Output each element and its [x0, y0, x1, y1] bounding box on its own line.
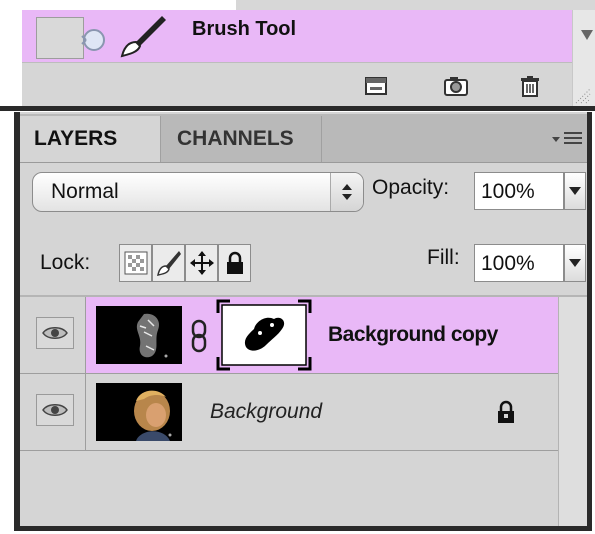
select-arrows-icon[interactable]: [330, 173, 363, 211]
layer-thumbnail[interactable]: [96, 383, 182, 441]
window-frame: [587, 112, 592, 530]
history-state-label: Brush Tool: [192, 18, 297, 40]
lock-image-pixels-button[interactable]: [152, 244, 185, 282]
blend-mode-value: Normal: [51, 180, 119, 203]
window-frame: [14, 526, 592, 531]
history-panel-header: [236, 0, 595, 10]
lock-icon: [498, 400, 514, 423]
opacity-value: 100%: [481, 180, 535, 203]
lock-all-button[interactable]: [218, 244, 251, 282]
brush-icon: [157, 251, 181, 276]
visibility-cell: [20, 374, 86, 450]
visibility-cell: [20, 297, 86, 373]
opacity-dropdown-button[interactable]: [564, 172, 586, 210]
lock-position-button[interactable]: [185, 244, 218, 282]
layer-row-background[interactable]: Background: [20, 374, 558, 451]
panel-menu-icon[interactable]: [550, 128, 584, 150]
checkerboard-icon: [124, 251, 148, 275]
move-icon: [190, 251, 214, 275]
trash-icon[interactable]: [516, 75, 544, 97]
tab-layers[interactable]: LAYERS: [20, 116, 160, 162]
layer-mask-thumbnail[interactable]: [216, 299, 312, 371]
layers-panel: LAYERS CHANNELS Normal Opacity: 100% Loc…: [14, 112, 595, 534]
fill-dropdown-button[interactable]: [564, 244, 586, 282]
blend-mode-select[interactable]: Normal: [32, 172, 364, 212]
visibility-toggle[interactable]: [36, 394, 74, 426]
history-panel: Brush Tool: [14, 0, 595, 110]
fill-label: Fill:: [427, 246, 460, 269]
panel-tab-bar: LAYERS CHANNELS: [20, 114, 587, 163]
history-toolbar: [22, 62, 591, 107]
layer-name[interactable]: Background: [210, 400, 322, 424]
lock-icon: [227, 251, 243, 274]
lock-label: Lock:: [40, 251, 91, 274]
chevron-down-icon: [569, 259, 581, 267]
tab-channels[interactable]: CHANNELS: [160, 116, 322, 162]
history-source-icon: [81, 29, 105, 51]
chain-link-icon[interactable]: [190, 319, 208, 353]
eye-icon: [42, 404, 68, 416]
chevron-down-icon: [569, 187, 581, 195]
layer-name[interactable]: Background copy: [328, 323, 498, 347]
opacity-label: Opacity:: [372, 176, 450, 199]
resize-grip-icon[interactable]: [572, 87, 592, 105]
fill-value: 100%: [481, 252, 535, 275]
brush-icon: [120, 16, 166, 58]
lock-transparent-pixels-button[interactable]: [119, 244, 152, 282]
fill-field[interactable]: 100%: [474, 244, 564, 282]
scroll-arrow-icon[interactable]: [581, 30, 593, 40]
panel-divider: [0, 106, 595, 111]
layer-row-background-copy[interactable]: Background copy: [20, 297, 558, 374]
layer-thumbnail[interactable]: [96, 306, 182, 364]
visibility-toggle[interactable]: [36, 317, 74, 349]
new-document-from-state-icon[interactable]: [362, 75, 390, 97]
layers-scrollbar[interactable]: [558, 297, 587, 526]
opacity-field[interactable]: 100%: [474, 172, 564, 210]
camera-icon[interactable]: [442, 75, 470, 97]
eye-icon: [42, 327, 68, 339]
